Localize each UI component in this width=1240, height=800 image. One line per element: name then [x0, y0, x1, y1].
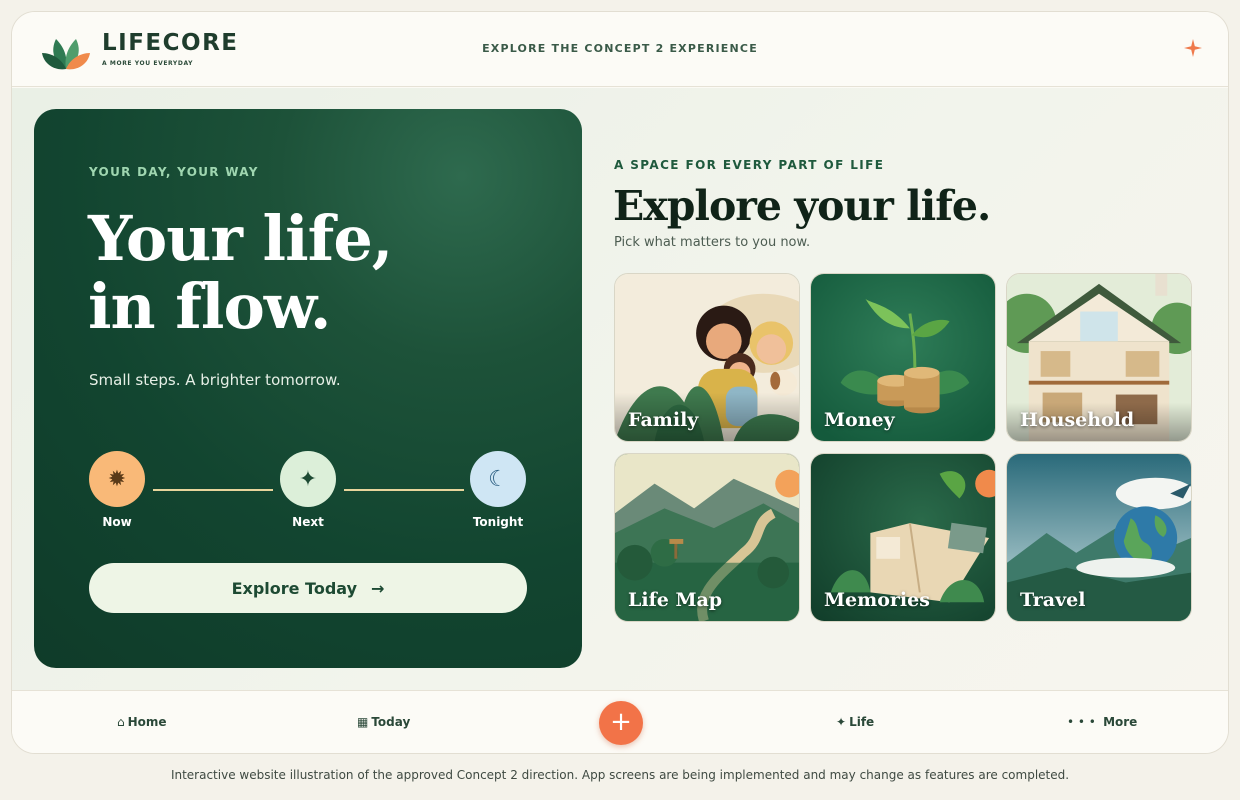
step-label: Next [292, 515, 324, 529]
sparkle-icon[interactable] [1184, 39, 1202, 57]
nav-label: Today [371, 715, 411, 729]
hero-card: YOUR DAY, YOUR WAY Your life, in flow. S… [34, 109, 582, 668]
hero-subtitle: Small steps. A brighter tomorrow. [89, 371, 341, 389]
bottom-nav: ⌂ Home ▦ Today + ✦ Life • • • More [12, 690, 1228, 753]
arrow-right-icon: → [371, 578, 385, 598]
sparkle-icon: ✦ [836, 715, 847, 729]
tile-label: Money [824, 409, 895, 431]
explore-today-button[interactable]: Explore Today → [89, 563, 527, 613]
hero-title-line-2: in flow. [88, 270, 332, 343]
step-next[interactable]: ✦ Next [273, 451, 343, 529]
tile-household[interactable]: Household [1006, 273, 1192, 442]
sparkle-icon[interactable]: ✦ [280, 451, 336, 507]
step-connector [344, 489, 464, 491]
moon-icon[interactable]: ☾ [470, 451, 526, 507]
step-connector [153, 489, 273, 491]
hero-title: Your life, in flow. [88, 205, 528, 341]
step-label: Tonight [472, 515, 524, 529]
tile-label: Memories [824, 589, 930, 611]
home-icon: ⌂ [117, 715, 125, 729]
nav-more[interactable]: • • • More [1067, 715, 1137, 729]
hero-title-line-1: Your life, [88, 202, 393, 275]
explore-eyebrow: A SPACE FOR EVERY PART OF LIFE [614, 158, 885, 172]
tile-label: Household [1020, 409, 1135, 431]
top-header: LIFECORE A MORE YOU EVERYDAY EXPLORE THE… [12, 12, 1228, 87]
explore-title: Explore your life. [613, 182, 991, 230]
step-label: Now [102, 515, 132, 529]
add-button[interactable]: + [599, 701, 643, 745]
calendar-icon: ▦ [357, 715, 369, 729]
nav-label: More [1103, 715, 1138, 729]
tile-money[interactable]: Money [810, 273, 996, 442]
step-now[interactable]: ✹ Now [82, 451, 152, 529]
sun-icon[interactable]: ✹ [89, 451, 145, 507]
tile-label: Family [628, 409, 699, 431]
tile-travel[interactable]: Travel [1006, 453, 1192, 622]
explore-concept-link[interactable]: EXPLORE THE CONCEPT 2 EXPERIENCE [12, 42, 1228, 55]
nav-label: Life [849, 715, 875, 729]
hero-eyebrow: YOUR DAY, YOUR WAY [89, 165, 259, 179]
nav-label: Home [127, 715, 167, 729]
step-tonight[interactable]: ☾ Tonight [463, 451, 533, 529]
tile-label: Life Map [628, 589, 723, 611]
tile-family[interactable]: Family [614, 273, 800, 442]
footer-note: Interactive website illustration of the … [170, 768, 1070, 782]
tile-label: Travel [1020, 589, 1086, 611]
nav-life[interactable]: ✦ Life [836, 715, 874, 729]
nav-home[interactable]: ⌂ Home [117, 715, 167, 729]
app-frame: LIFECORE A MORE YOU EVERYDAY EXPLORE THE… [11, 11, 1229, 754]
brand-tagline: A MORE YOU EVERYDAY [102, 60, 194, 67]
main-content: YOUR DAY, YOUR WAY Your life, in flow. S… [12, 88, 1228, 690]
nav-today[interactable]: ▦ Today [357, 715, 410, 729]
tile-memories[interactable]: Memories [810, 453, 996, 622]
cta-label: Explore Today [231, 578, 358, 598]
more-icon: • • • [1067, 715, 1096, 729]
tile-life-map[interactable]: Life Map [614, 453, 800, 622]
explore-subtitle: Pick what matters to you now. [614, 235, 811, 250]
